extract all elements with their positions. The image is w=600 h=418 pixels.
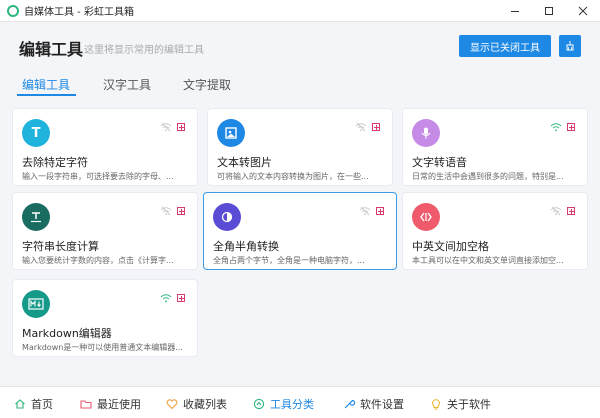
text-measure-icon — [31, 212, 41, 223]
card-title: Markdown编辑器 — [22, 327, 112, 340]
wrench-icon — [344, 399, 355, 409]
add-to-favorites-icon[interactable] — [372, 123, 380, 131]
wifi-off-icon — [359, 206, 371, 216]
nav-favorites[interactable]: 收藏列表 — [166, 396, 227, 412]
tab-text-extract[interactable]: 文字提取 — [183, 76, 231, 93]
title-bar: 自媒体工具 - 彩虹工具箱 — [0, 0, 600, 22]
nav-settings[interactable]: 软件设置 — [343, 396, 404, 412]
card-flags — [160, 122, 185, 132]
markdown-logo-icon — [28, 298, 44, 310]
wifi-off-icon — [160, 122, 172, 132]
tool-card-remove-chars[interactable]: T 去除特定字符 输入一段字符串，可选择要去除的字母、... — [12, 108, 198, 186]
page-title: 编辑工具 — [19, 40, 84, 59]
tool-card-markdown-editor[interactable]: Markdown编辑器 Markdown是一种可以使用普通文本编辑器... — [12, 279, 198, 357]
bulb-icon — [431, 399, 441, 410]
text-width-icon — [22, 203, 50, 231]
card-description: 输入一段字符串，可选择要去除的字母、... — [22, 172, 174, 181]
card-description: 本工具可以在中文和英文单词直接添加空... — [412, 256, 564, 265]
picture-frame-icon — [225, 127, 237, 139]
app-logo-icon — [7, 4, 19, 17]
card-description: 输入您要统计字数的内容，点击《计算字... — [22, 256, 174, 265]
card-flags — [550, 206, 575, 216]
tab-edit-tools[interactable]: 编辑工具 — [22, 76, 70, 93]
card-description: 全角占两个字节，全角是一种电脑字符，... — [213, 256, 365, 265]
moon-shape-icon — [221, 211, 233, 223]
minimize-icon — [511, 11, 519, 12]
window-controls — [498, 0, 600, 22]
card-description: 可将输入的文本内容转换为图片，在一些... — [217, 172, 369, 181]
home-icon — [15, 399, 25, 409]
mic-shape-icon — [421, 127, 431, 139]
active-tab-indicator — [17, 94, 76, 96]
code-spacing-icon — [412, 203, 440, 231]
card-flags — [359, 206, 384, 216]
nav-recent[interactable]: 最近使用 — [80, 396, 141, 412]
image-icon — [217, 119, 245, 147]
category-icon — [253, 398, 265, 410]
card-flags — [355, 122, 380, 132]
wifi-off-icon — [355, 122, 367, 132]
clean-button[interactable] — [559, 35, 581, 57]
card-title: 字符串长度计算 — [22, 240, 99, 253]
card-flags — [550, 122, 575, 132]
add-to-favorites-icon[interactable] — [177, 294, 185, 302]
maximize-icon — [545, 7, 553, 15]
tool-card-text-to-speech[interactable]: 文字转语音 日常的生活中会遇到很多的问题，特别是... — [402, 108, 588, 186]
half-moon-icon — [213, 203, 241, 231]
close-button[interactable] — [566, 0, 600, 22]
broom-icon — [566, 41, 574, 51]
markdown-icon — [22, 290, 50, 318]
card-description: Markdown是一种可以使用普通文本编辑器... — [22, 343, 183, 352]
folder-icon — [80, 400, 92, 409]
close-icon — [578, 6, 588, 16]
wifi-on-icon — [550, 123, 562, 132]
heart-icon — [166, 399, 178, 410]
add-to-favorites-icon[interactable] — [376, 207, 384, 215]
wifi-off-icon — [160, 206, 172, 216]
add-to-favorites-icon[interactable] — [567, 207, 575, 215]
window-title: 自媒体工具 - 彩虹工具箱 — [24, 7, 134, 18]
text-t-icon: T — [22, 119, 50, 147]
card-description: 日常的生活中会遇到很多的问题，特别是... — [412, 172, 564, 181]
brackets-icon — [420, 212, 432, 222]
card-title: 中英文间加空格 — [412, 240, 489, 253]
card-title: 文字转语音 — [412, 156, 467, 169]
tab-bar: 编辑工具 汉字工具 文字提取 — [0, 72, 600, 98]
add-to-favorites-icon[interactable] — [567, 123, 575, 131]
card-title: 文本转图片 — [217, 156, 272, 169]
card-flags — [160, 293, 185, 303]
card-title: 全角半角转换 — [213, 240, 279, 253]
bottom-nav: 首页 最近使用 收藏列表 工具分类 软件设置 关于软件 — [0, 386, 600, 418]
nav-about[interactable]: 关于软件 — [430, 396, 491, 412]
tool-card-text-to-image[interactable]: 文本转图片 可将输入的文本内容转换为图片，在一些... — [207, 108, 393, 186]
card-flags — [160, 206, 185, 216]
tool-card-fullwidth-halfwidth[interactable]: 全角半角转换 全角占两个字节，全角是一种电脑字符，... — [203, 192, 397, 270]
add-to-favorites-icon[interactable] — [177, 123, 185, 131]
minimize-button[interactable] — [498, 0, 532, 22]
tool-card-string-length[interactable]: 字符串长度计算 输入您要统计字数的内容，点击《计算字... — [12, 192, 198, 270]
wifi-on-icon — [160, 294, 172, 303]
nav-categories[interactable]: 工具分类 — [253, 396, 314, 412]
add-to-favorites-icon[interactable] — [177, 207, 185, 215]
tool-card-cn-en-spacing[interactable]: 中英文间加空格 本工具可以在中文和英文单词直接添加空... — [402, 192, 588, 270]
show-closed-tools-button[interactable]: 显示已关闭工具 — [459, 35, 551, 57]
nav-home[interactable]: 首页 — [14, 396, 53, 412]
microphone-icon — [412, 119, 440, 147]
wifi-off-icon — [550, 206, 562, 216]
tab-chinese-tools[interactable]: 汉字工具 — [103, 76, 151, 93]
card-title: 去除特定字符 — [22, 156, 88, 169]
page-subtitle: 这里将显示常用的编辑工具 — [84, 45, 204, 56]
maximize-button[interactable] — [532, 0, 566, 22]
